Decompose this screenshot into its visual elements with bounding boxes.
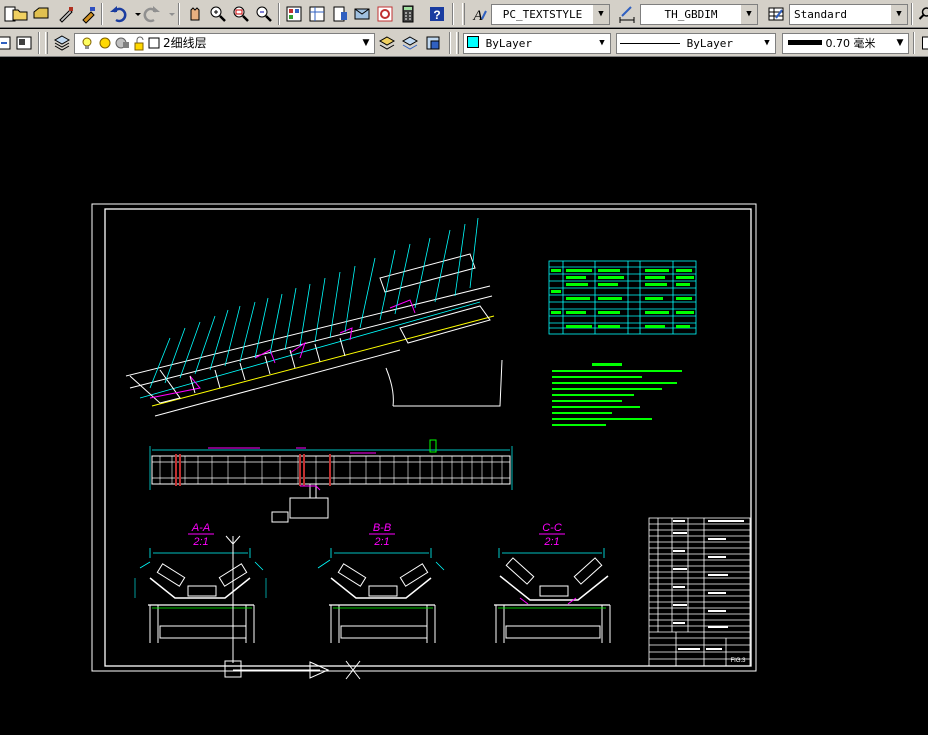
properties-icon[interactable]	[284, 4, 304, 24]
chevron-down-icon[interactable]: ▼	[890, 5, 907, 24]
section-b-b	[317, 548, 445, 643]
redo-dropdown-icon[interactable]	[162, 4, 175, 24]
lineweight-select[interactable]: 0.70 毫米 ▼	[782, 33, 909, 54]
layer-states-icon[interactable]	[423, 33, 443, 53]
layers-properties-toolbar: 2细线层 ▼ ByLayer ▼ ByLayer ▼ 0.70 毫米 ▼	[0, 29, 928, 57]
svg-text:A: A	[472, 8, 483, 24]
cad-drawing: A-A 2:1 B-B 2:1 C-C 2:1 FIG.3	[91, 203, 757, 680]
chevron-down-icon[interactable]: ▼	[594, 34, 610, 53]
layer-match-icon[interactable]	[377, 33, 397, 53]
sheet-set-icon[interactable]	[352, 4, 372, 24]
section-scale-a: 2:1	[192, 536, 208, 548]
zoom-previous-icon[interactable]	[254, 4, 274, 24]
text-style-select[interactable]: PC_TEXTSTYLE ▼	[491, 4, 610, 25]
section-c-c	[494, 548, 611, 643]
color-value: ByLayer	[485, 37, 532, 50]
lineweight-swatch	[788, 40, 822, 45]
undo-dropdown-icon[interactable]	[128, 4, 141, 24]
section-scale-c: 2:1	[543, 536, 559, 548]
table-style-select[interactable]: Standard ▼	[789, 4, 908, 25]
dimension-style-select[interactable]: TH_GBDIM ▼	[640, 4, 758, 25]
color-swatch	[467, 36, 479, 48]
color-select[interactable]: ByLayer ▼	[463, 33, 611, 54]
section-labels: A-A 2:1 B-B 2:1 C-C 2:1	[188, 522, 565, 548]
inclined-conveyor-leaders	[149, 217, 479, 389]
chevron-down-icon[interactable]: ▼	[759, 34, 775, 53]
dimension-style-value: TH_GBDIM	[664, 8, 718, 21]
text-style-icon[interactable]: A	[469, 4, 489, 24]
ucs-icon	[224, 535, 361, 680]
linetype-select[interactable]: ByLayer ▼	[616, 33, 776, 54]
svg-text:?: ?	[433, 8, 440, 22]
model-space-canvas[interactable]: A-A 2:1 B-B 2:1 C-C 2:1 FIG.3	[0, 58, 928, 735]
title-block-text	[673, 520, 744, 650]
layer-state-icons	[82, 36, 160, 51]
layer-manager-icon[interactable]	[52, 33, 72, 53]
save-icon[interactable]	[31, 4, 51, 24]
pan-realtime-icon[interactable]	[185, 4, 205, 24]
section-label-b: B-B	[373, 522, 391, 534]
title-block-drawing-number: FIG.3	[730, 658, 746, 664]
tool-palettes-icon[interactable]	[330, 4, 350, 24]
dimension-style-icon[interactable]	[617, 4, 637, 24]
chevron-down-icon[interactable]: ▼	[592, 5, 609, 24]
table-style-icon[interactable]	[766, 4, 786, 24]
standard-toolbar: ? A PC_TEXTSTYLE ▼ TH_GBDIM ▼ Standard ▼	[0, 0, 928, 28]
design-center-icon[interactable]	[307, 4, 327, 24]
layer-select[interactable]: 2细线层 ▼	[74, 33, 375, 54]
linetype-value: ByLayer	[686, 37, 733, 50]
chevron-down-icon[interactable]: ▼	[358, 34, 374, 53]
technical-notes	[552, 363, 682, 426]
undo-icon[interactable]	[108, 4, 128, 24]
paint-brush-icon[interactable]	[78, 4, 98, 24]
title-block	[648, 517, 751, 667]
open-icon[interactable]	[10, 4, 30, 24]
table-style-value: Standard	[794, 8, 847, 21]
layer-previous-icon[interactable]	[0, 33, 14, 53]
layer-previous-state-icon[interactable]	[400, 33, 420, 53]
conveyor-plan-view	[149, 439, 513, 523]
section-label-a: A-A	[191, 522, 210, 534]
section-scale-b: 2:1	[373, 536, 389, 548]
section-label-c: C-C	[542, 522, 562, 534]
help-icon[interactable]: ?	[427, 4, 447, 24]
chevron-down-icon[interactable]: ▼	[892, 34, 908, 53]
chevron-down-icon[interactable]: ▼	[740, 5, 757, 24]
technical-parameter-table-text	[551, 269, 694, 328]
linetype-swatch	[620, 43, 680, 44]
current-layer-value: 2细线层	[163, 36, 207, 50]
lineweight-value: 0.70 毫米	[825, 37, 876, 50]
redo-icon[interactable]	[142, 4, 162, 24]
text-style-value: PC_TEXTSTYLE	[502, 8, 583, 21]
zoom-window-icon[interactable]	[231, 4, 251, 24]
calculator-icon[interactable]	[398, 4, 418, 24]
match-properties-icon[interactable]	[56, 4, 76, 24]
markup-icon[interactable]	[375, 4, 395, 24]
zoom-realtime-icon[interactable]	[208, 4, 228, 24]
plot-style-icon[interactable]	[917, 33, 928, 53]
search-icon[interactable]	[915, 4, 928, 24]
section-a-a	[134, 548, 267, 643]
make-object-layer-current-icon[interactable]	[14, 33, 34, 53]
